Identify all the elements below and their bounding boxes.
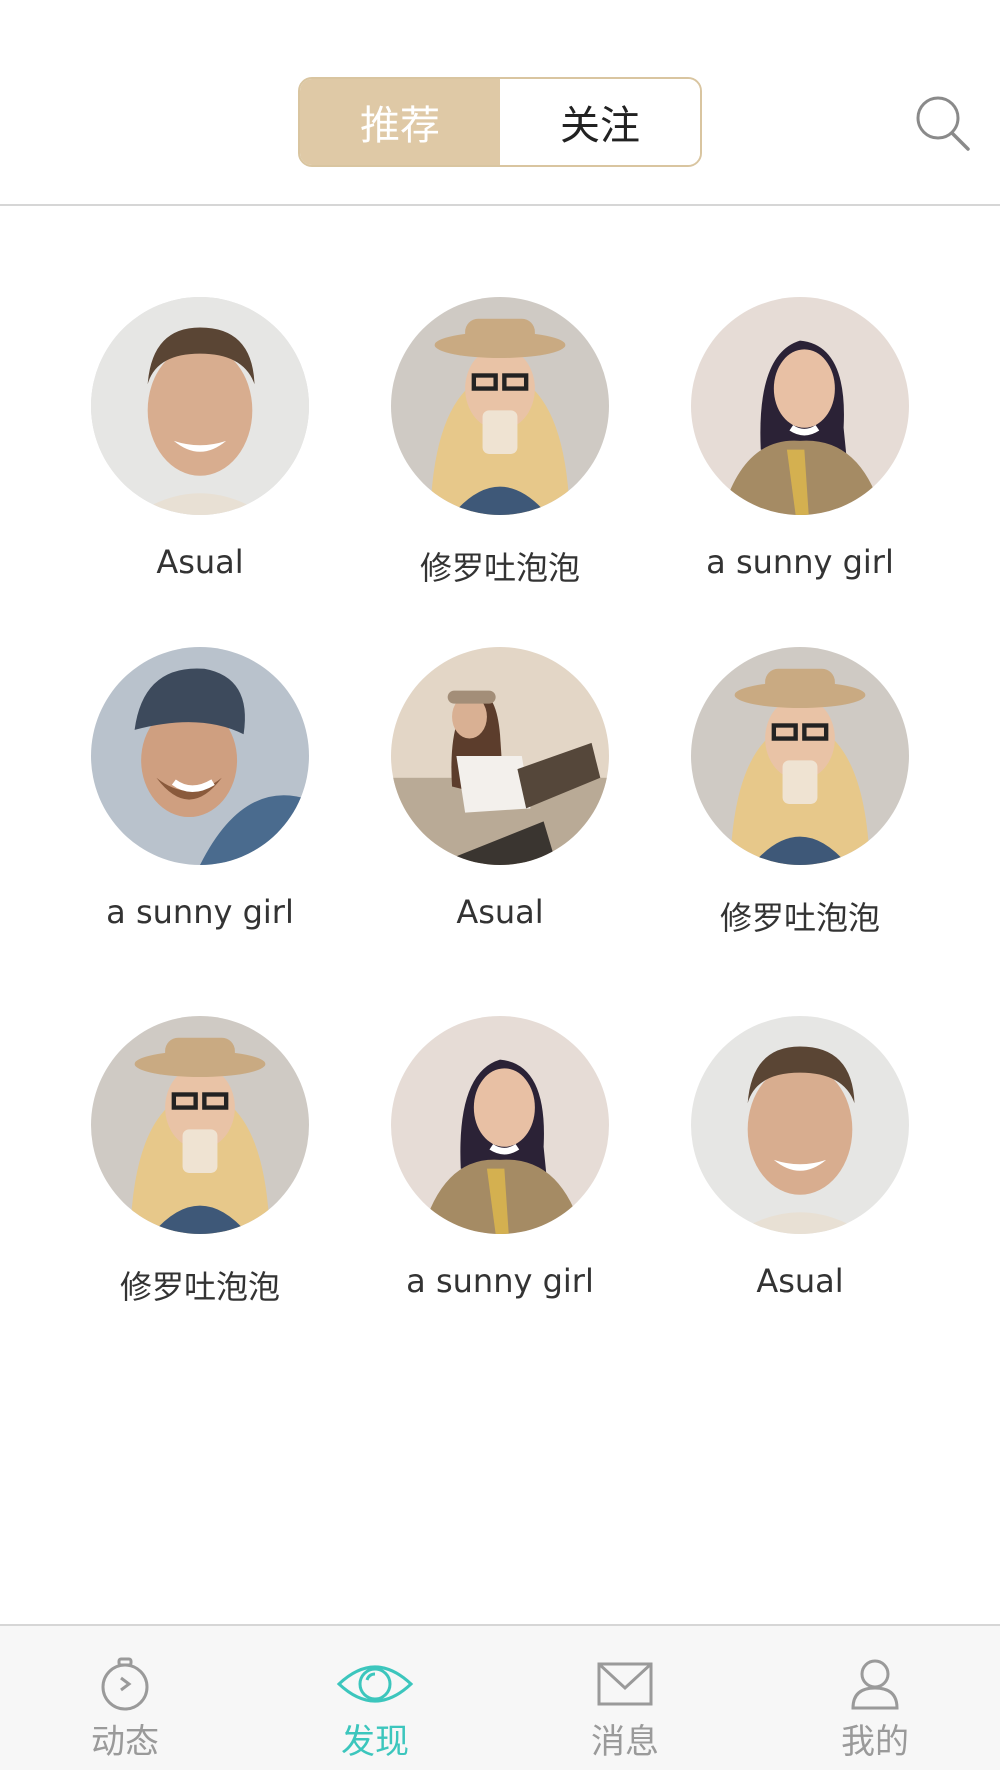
tab-following[interactable]: 关注 [500,79,700,165]
avatar [691,297,909,515]
user-name: a sunny girl [706,543,894,581]
avatar [691,647,909,865]
tab-recommend[interactable]: 推荐 [300,79,500,165]
tab-label: 动态 [91,1722,159,1762]
avatar [91,1016,309,1234]
tab-mine[interactable]: 我的 [750,1626,1000,1770]
eye-icon [336,1665,414,1703]
avatar [691,1016,909,1234]
search-icon[interactable] [912,92,974,154]
segmented-control: 推荐 关注 [298,77,702,167]
tab-label: 我的 [841,1722,909,1762]
tab-label: 发现 [341,1722,409,1762]
envelope-icon [597,1662,653,1706]
tab-label: 消息 [591,1722,659,1762]
user-card[interactable]: a sunny girl [50,647,350,931]
tab-messages[interactable]: 消息 [500,1626,750,1770]
user-icon [851,1659,899,1710]
avatar [91,297,309,515]
user-name: Asual [756,1262,844,1300]
user-card[interactable]: a sunny girl [350,1016,650,1300]
user-card[interactable]: 修罗吐泡泡 [650,647,950,939]
avatar [391,1016,609,1234]
avatar [91,647,309,865]
user-name: 修罗吐泡泡 [419,549,580,587]
user-name: Asual [456,893,544,931]
user-card[interactable]: Asual [650,1016,950,1300]
avatar [391,647,609,865]
bottom-tab-bar: 动态 发现 消息 我的 [0,1624,1000,1770]
user-name: a sunny girl [406,1262,594,1300]
tab-dynamics[interactable]: 动态 [0,1626,250,1770]
user-name: Asual [156,543,244,581]
user-name: 修罗吐泡泡 [119,1268,280,1306]
user-card[interactable]: a sunny girl [650,297,950,581]
user-name: 修罗吐泡泡 [719,899,880,937]
user-card[interactable]: Asual [350,647,650,931]
avatar [391,297,609,515]
user-card[interactable]: 修罗吐泡泡 [350,297,650,589]
user-name: a sunny girl [106,893,294,931]
user-card[interactable]: 修罗吐泡泡 [50,1016,350,1308]
stopwatch-icon [101,1657,149,1711]
user-card[interactable]: Asual [50,297,350,581]
top-bar: 推荐 关注 [0,0,1000,206]
tab-discover[interactable]: 发现 [250,1626,500,1770]
